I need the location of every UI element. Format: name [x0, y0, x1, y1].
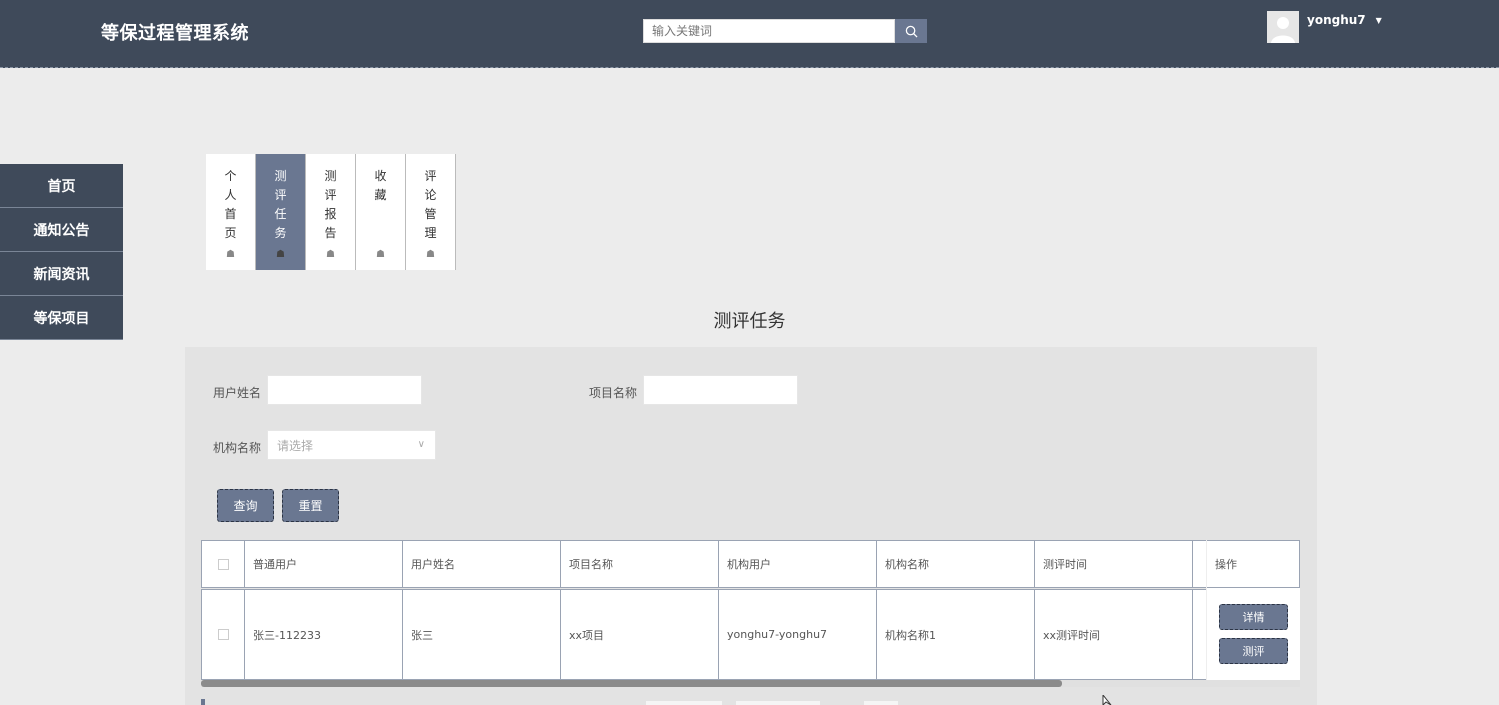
column-header[interactable]: 机构用户 [719, 540, 877, 588]
username[interactable]: yonghu7 [1307, 13, 1366, 27]
project-name-label: 项目名称 [589, 386, 638, 400]
tab-label: 收藏 [374, 169, 387, 202]
row-checkbox[interactable] [217, 629, 229, 640]
org-name-label: 机构名称 [213, 441, 262, 455]
table-cell: xx测评时间 [1035, 589, 1193, 680]
user-name-label: 用户姓名 [213, 386, 262, 400]
search-input[interactable] [643, 19, 895, 43]
tab-label: 测评任务 [274, 169, 287, 240]
table-cell: yonghu7-yonghu7 [719, 589, 877, 680]
tab-evaluation-reports[interactable]: 测评报告 ☗ [306, 154, 356, 270]
table-row: 张三-112233 张三 xx项目 yonghu7-yonghu7 机构名称1 … [201, 589, 1300, 680]
tasks-table: 普通用户 用户姓名 项目名称 机构用户 机构名称 测评时间 张三-112233 … [201, 540, 1300, 686]
tab-label: 个人首页 [224, 169, 237, 240]
operations-column: 操作 详情 测评 [1206, 540, 1300, 680]
row-select-cell [201, 589, 245, 680]
user-avatar-icon [1267, 11, 1299, 43]
pagination-edge [201, 699, 205, 705]
search-button[interactable] [895, 19, 927, 43]
table-cell: xx项目 [561, 589, 719, 680]
avatar[interactable] [1267, 11, 1299, 43]
sidebar-item-home[interactable]: 首页 [0, 164, 123, 208]
home-icon: ☗ [426, 249, 435, 260]
center-tabs: 个人首页 ☗ 测评任务 ☗ 测评报告 ☗ 收藏 ☗ 评论管理 ☗ [206, 154, 456, 270]
chevron-down-icon: ∨ [417, 439, 425, 450]
home-icon: ☗ [326, 249, 335, 260]
table-header: 普通用户 用户姓名 项目名称 机构用户 机构名称 测评时间 [201, 540, 1300, 588]
pagination-item[interactable] [864, 701, 898, 705]
tab-evaluation-tasks[interactable]: 测评任务 ☗ [256, 154, 306, 270]
search-bar [643, 19, 927, 43]
org-name-select[interactable]: 请选择 ∨ [267, 430, 436, 460]
search-icon [905, 25, 918, 38]
sidebar-item-notices[interactable]: 通知公告 [0, 208, 123, 252]
evaluate-button[interactable]: 测评 [1219, 638, 1288, 664]
horizontal-scrollbar[interactable] [201, 680, 1300, 687]
table-cell: 张三-112233 [245, 589, 403, 680]
column-header[interactable]: 项目名称 [561, 540, 719, 588]
detail-button[interactable]: 详情 [1219, 604, 1288, 630]
home-icon: ☗ [376, 249, 385, 260]
project-name-input[interactable] [643, 375, 798, 405]
select-all-checkbox[interactable] [217, 558, 229, 570]
reset-button[interactable]: 重置 [282, 489, 339, 522]
column-header[interactable]: 普通用户 [245, 540, 403, 588]
tab-comment-management[interactable]: 评论管理 ☗ [406, 154, 456, 270]
operations-header: 操作 [1207, 540, 1300, 588]
column-header[interactable]: 用户姓名 [403, 540, 561, 588]
pagination-item[interactable] [646, 701, 722, 705]
column-header[interactable]: 机构名称 [877, 540, 1035, 588]
caret-down-icon[interactable]: ▼ [1376, 16, 1382, 25]
tab-personal-home[interactable]: 个人首页 ☗ [206, 154, 256, 270]
org-select-placeholder: 请选择 [277, 438, 314, 453]
app-title: 等保过程管理系统 [101, 23, 249, 44]
table-cell: 张三 [403, 589, 561, 680]
table-cell: 机构名称1 [877, 589, 1035, 680]
home-icon: ☗ [276, 249, 285, 260]
query-button[interactable]: 查询 [217, 489, 274, 522]
home-icon: ☗ [226, 249, 235, 260]
scrollbar-thumb[interactable] [201, 680, 1062, 687]
page-title: 测评任务 [713, 311, 786, 332]
top-header: 等保过程管理系统 yonghu7 ▼ [0, 0, 1499, 68]
mouse-cursor-icon [1102, 695, 1112, 705]
tab-favorites[interactable]: 收藏 ☗ [356, 154, 406, 270]
sidebar-item-news[interactable]: 新闻资讯 [0, 252, 123, 296]
tab-label: 测评报告 [324, 169, 337, 240]
tab-label: 评论管理 [424, 169, 437, 240]
select-all-cell [201, 540, 245, 588]
user-name-input[interactable] [267, 375, 422, 405]
pagination-item[interactable] [736, 701, 820, 705]
user-menu[interactable]: yonghu7 ▼ [1267, 11, 1382, 43]
column-header[interactable]: 测评时间 [1035, 540, 1193, 588]
